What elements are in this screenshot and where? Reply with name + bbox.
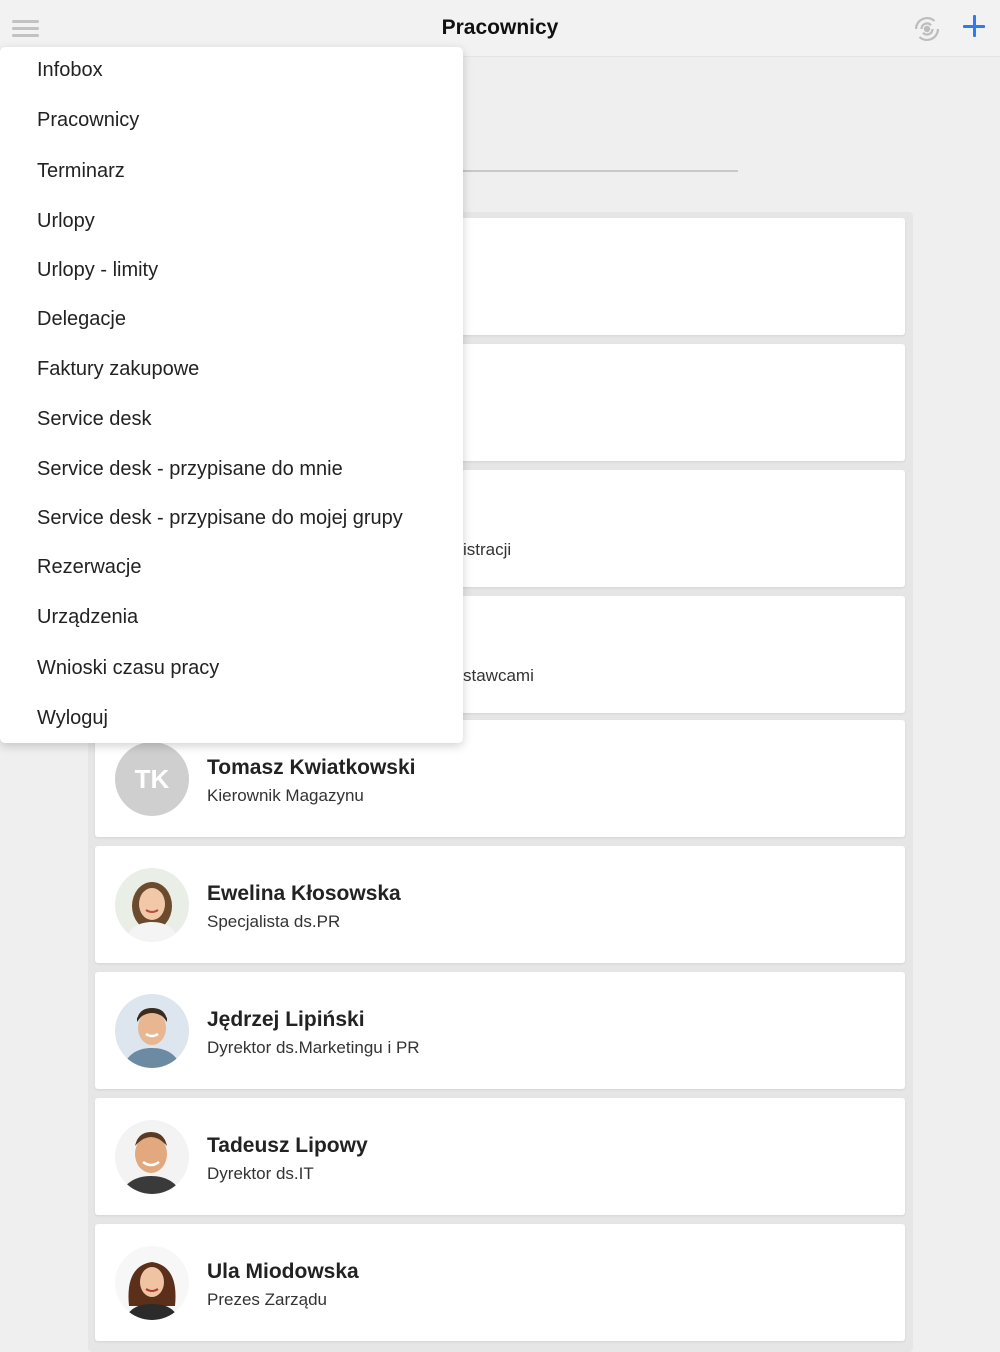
- menu-item-service-desk[interactable]: Service desk: [37, 408, 152, 431]
- employee-name: Jędrzej Lipiński: [207, 1008, 365, 1031]
- employee-role: stawcami: [463, 666, 534, 685]
- menu-item-faktury-zakupowe[interactable]: Faktury zakupowe: [37, 358, 199, 381]
- menu-item-urzadzenia[interactable]: Urządzenia: [37, 606, 138, 629]
- employee-name: Tomasz Kwiatkowski: [207, 756, 416, 779]
- menu-item-urlopy[interactable]: Urlopy: [37, 210, 95, 233]
- employee-name: Ewelina Kłosowska: [207, 882, 401, 905]
- add-icon[interactable]: [960, 11, 988, 41]
- menu-item-wnioski-czasu-pracy[interactable]: Wnioski czasu pracy: [37, 657, 219, 680]
- menu-item-infobox[interactable]: Infobox: [37, 59, 103, 82]
- employee-card[interactable]: Tadeusz Lipowy Dyrektor ds.IT: [95, 1098, 905, 1215]
- employee-name: Tadeusz Lipowy: [207, 1134, 368, 1157]
- menu-item-pracownicy[interactable]: Pracownicy: [37, 109, 139, 132]
- employee-role: Dyrektor ds.IT: [207, 1164, 314, 1183]
- avatar: [115, 1246, 189, 1320]
- employee-role: Specjalista ds.PR: [207, 912, 341, 931]
- menu-item-service-desk-group[interactable]: Service desk - przypisane do mojej grupy: [37, 507, 403, 530]
- avatar: [115, 1120, 189, 1194]
- sync-icon[interactable]: [910, 12, 944, 46]
- avatar: [115, 868, 189, 942]
- employee-role: Kierownik Magazynu: [207, 786, 364, 805]
- menu-item-rezerwacje[interactable]: Rezerwacje: [37, 556, 141, 579]
- employee-card[interactable]: Jędrzej Lipiński Dyrektor ds.Marketingu …: [95, 972, 905, 1089]
- employee-name: Ula Miodowska: [207, 1260, 359, 1283]
- menu-item-delegacje[interactable]: Delegacje: [37, 308, 126, 331]
- navigation-menu: Infobox Pracownicy Terminarz Urlopy Urlo…: [0, 47, 463, 743]
- page-title: Pracownicy: [441, 16, 559, 39]
- menu-item-urlopy-limity[interactable]: Urlopy - limity: [37, 259, 158, 282]
- avatar: [115, 994, 189, 1068]
- employee-role: istracji: [463, 540, 512, 559]
- employee-card[interactable]: Ewelina Kłosowska Specjalista ds.PR: [95, 846, 905, 963]
- menu-item-terminarz[interactable]: Terminarz: [37, 160, 125, 183]
- employee-role: Prezes Zarządu: [207, 1290, 327, 1309]
- employee-card[interactable]: Ula Miodowska Prezes Zarządu: [95, 1224, 905, 1341]
- menu-item-wyloguj[interactable]: Wyloguj: [37, 707, 108, 730]
- employee-role: Dyrektor ds.Marketingu i PR: [207, 1038, 420, 1057]
- menu-item-service-desk-mine[interactable]: Service desk - przypisane do mnie: [37, 458, 343, 481]
- avatar: TK: [115, 742, 189, 816]
